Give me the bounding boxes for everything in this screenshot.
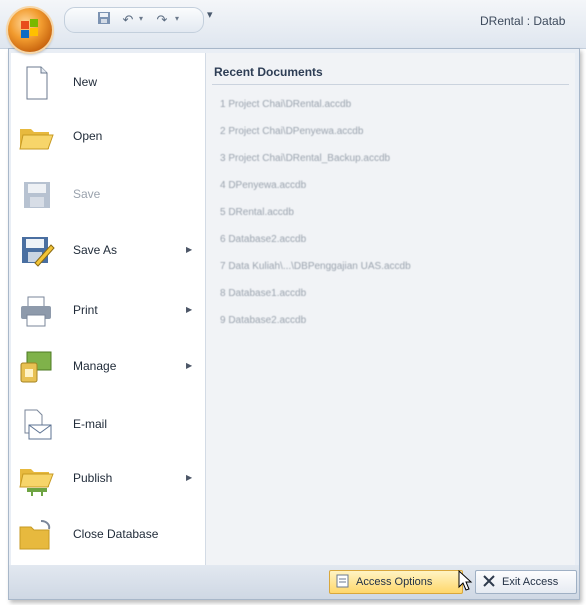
menu-item-manage[interactable]: Manage ▶ — [11, 345, 205, 389]
menu-item-label: Close Database — [73, 527, 159, 541]
recent-document-item[interactable]: 9 Database2.accdb — [220, 315, 306, 326]
qat-redo-icon[interactable]: ↷ — [153, 11, 171, 29]
office-menu: New Open Save Save As ▶ Print ▶ Manage ▶… — [8, 48, 580, 600]
save-icon — [24, 182, 50, 208]
undo-dropdown-icon[interactable]: ▾ — [139, 14, 143, 23]
access-options-button[interactable]: Access Options — [329, 570, 463, 594]
menu-item-label: Print — [73, 303, 98, 317]
menu-item-print[interactable]: Print ▶ — [11, 289, 205, 333]
printer-icon — [21, 296, 51, 327]
office-logo-icon — [21, 19, 38, 38]
qat-save-icon[interactable] — [95, 11, 113, 29]
new-document-icon — [26, 66, 48, 100]
recent-document-item[interactable]: 2 Project Chai\DPenyewa.accdb — [220, 126, 363, 137]
access-options-label: Access Options — [356, 576, 433, 588]
submenu-arrow-icon: ▶ — [186, 361, 193, 370]
manage-icon — [20, 351, 52, 383]
menu-item-label: Publish — [73, 471, 113, 485]
save-as-icon — [22, 237, 55, 267]
open-folder-icon — [19, 129, 54, 150]
submenu-arrow-icon: ▶ — [186, 245, 193, 254]
redo-dropdown-icon[interactable]: ▾ — [175, 14, 179, 23]
office-button[interactable] — [8, 8, 52, 52]
menu-item-save-as[interactable]: Save As ▶ — [11, 229, 205, 273]
mouse-cursor-icon — [458, 570, 473, 591]
recent-document-item[interactable]: 8 Database1.accdb — [220, 288, 306, 299]
menu-item-label: Manage — [73, 359, 117, 373]
divider — [212, 84, 569, 85]
submenu-arrow-icon: ▶ — [186, 305, 193, 314]
recent-document-item[interactable]: 6 Database2.accdb — [220, 234, 306, 245]
submenu-arrow-icon: ▶ — [186, 473, 193, 482]
recent-document-item[interactable]: 7 Data Kuliah\...\DBPenggajian UAS.accdb — [220, 261, 411, 272]
command-pane: New Open Save Save As ▶ Print ▶ Manage ▶… — [11, 53, 206, 565]
menu-item-label: Open — [73, 129, 103, 143]
recent-document-item[interactable]: 3 Project Chai\DRental_Backup.accdb — [220, 153, 390, 164]
recent-document-item[interactable]: 4 DPenyewa.accdb — [220, 180, 306, 191]
menu-item-open[interactable]: Open — [11, 115, 205, 159]
options-icon — [336, 574, 349, 588]
exit-access-button[interactable]: Exit Access — [475, 570, 577, 594]
menu-item-email[interactable]: E-mail — [11, 403, 205, 447]
quick-access-toolbar: ↶ ▾ ↷ ▾ — [64, 7, 204, 33]
exit-access-label: Exit Access — [502, 576, 559, 588]
recent-document-item[interactable]: 5 DRental.accdb — [220, 207, 294, 218]
menu-item-label: Save As — [73, 243, 118, 257]
menu-footer: Access Options Exit Access — [9, 565, 579, 599]
title-bar: ↶ ▾ ↷ ▾ ▾ DRental : Datab — [0, 0, 586, 52]
publish-icon — [19, 469, 54, 496]
menu-item-save[interactable]: Save — [11, 173, 205, 217]
email-icon — [24, 409, 52, 440]
qat-undo-icon[interactable]: ↶ — [119, 11, 137, 29]
recent-documents-title: Recent Documents — [214, 65, 323, 79]
menu-item-new[interactable]: New — [11, 61, 205, 105]
menu-item-close-database[interactable]: Close Database — [11, 513, 205, 557]
menu-item-publish[interactable]: Publish ▶ — [11, 457, 205, 501]
menu-item-label: Save — [73, 187, 101, 201]
close-icon — [483, 575, 495, 587]
menu-item-label: New — [73, 75, 98, 89]
window-title: DRental : Datab — [480, 14, 566, 28]
recent-document-item[interactable]: 1 Project Chai\DRental.accdb — [220, 99, 351, 110]
customize-qat-icon[interactable]: ▾ — [207, 8, 213, 21]
close-database-icon — [19, 520, 51, 550]
recent-documents-pane: Recent Documents 1 Project Chai\DRental.… — [206, 53, 575, 565]
menu-item-label: E-mail — [73, 417, 108, 431]
